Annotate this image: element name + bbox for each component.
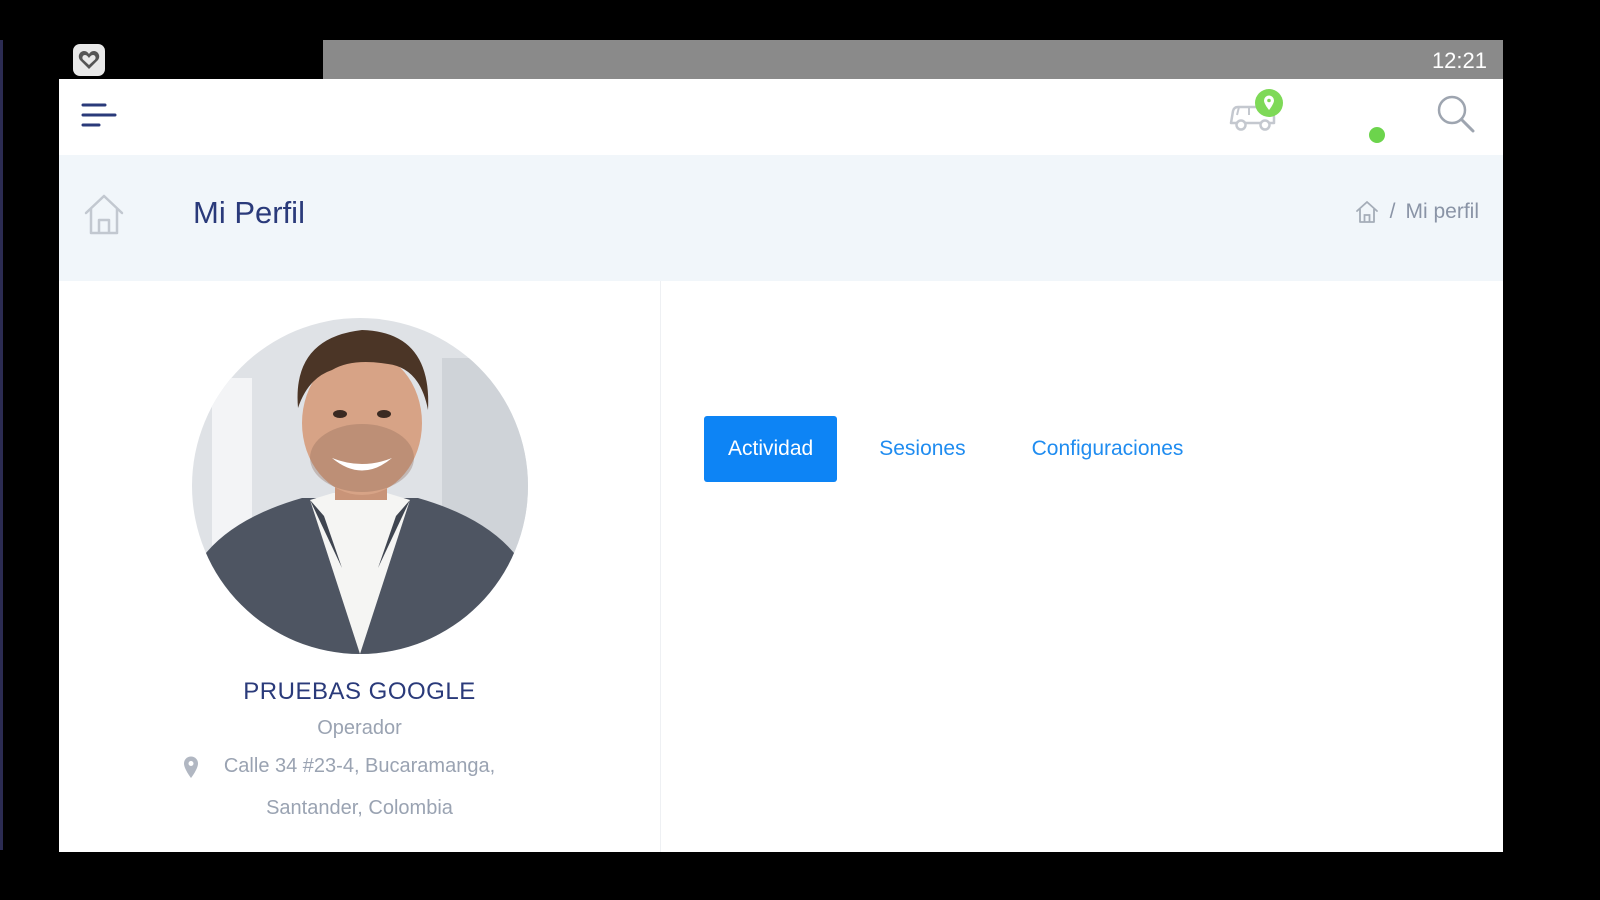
tab-configuraciones[interactable]: Configuraciones	[1008, 416, 1208, 482]
top-navbar	[59, 79, 1503, 156]
page-header: Mi Perfil / Mi perfil	[59, 155, 1503, 281]
user-avatar-button[interactable]	[1323, 85, 1387, 147]
status-time: 12:21	[1431, 48, 1487, 73]
profile-photo	[192, 318, 528, 654]
search-icon[interactable]	[1433, 91, 1479, 137]
menu-icon[interactable]	[79, 95, 119, 135]
profile-tabs: Actividad Sesiones Configuraciones	[704, 416, 1225, 482]
tab-actividad[interactable]: Actividad	[704, 416, 838, 482]
page-title: Mi Perfil	[193, 195, 305, 230]
breadcrumb-home-icon[interactable]	[1354, 199, 1380, 225]
breadcrumb-current: Mi perfil	[1405, 200, 1479, 223]
status-bar-left	[59, 40, 323, 79]
profile-panel: PRUEBAS GOOGLE Operador Calle 34 #23-4, …	[59, 281, 661, 852]
profile-name: PRUEBAS GOOGLE	[243, 678, 476, 705]
online-status-dot	[1367, 125, 1387, 145]
address-line-2: Santander, Colombia	[266, 797, 453, 819]
location-pin-icon	[1264, 95, 1274, 110]
tab-sesiones[interactable]: Sesiones	[855, 416, 989, 482]
profile-role: Operador	[317, 717, 402, 739]
breadcrumb-separator: /	[1389, 200, 1396, 223]
address-line-1: Calle 34 #23-4, Bucaramanga,	[223, 755, 496, 777]
notification-badge	[1255, 89, 1283, 117]
status-bar: 12:21	[59, 40, 1503, 79]
app-screen: 12:21 Mi Perfil / Mi perfil PRUEBAS GOOG…	[59, 40, 1503, 852]
home-icon	[81, 191, 127, 237]
edge-line	[0, 40, 3, 850]
heart-icon	[73, 44, 105, 76]
truck-button[interactable]	[1227, 89, 1291, 141]
breadcrumb: / Mi perfil	[1354, 199, 1479, 225]
